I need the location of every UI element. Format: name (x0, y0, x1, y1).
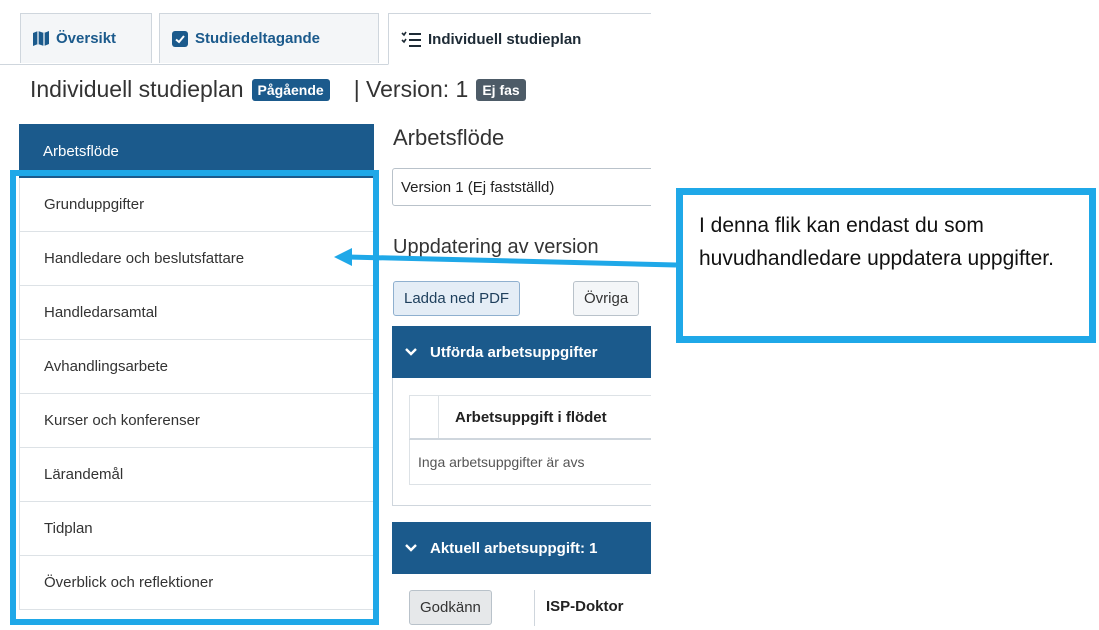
annotation-callout: I denna flik kan endast du som huvudhand… (676, 188, 1096, 343)
